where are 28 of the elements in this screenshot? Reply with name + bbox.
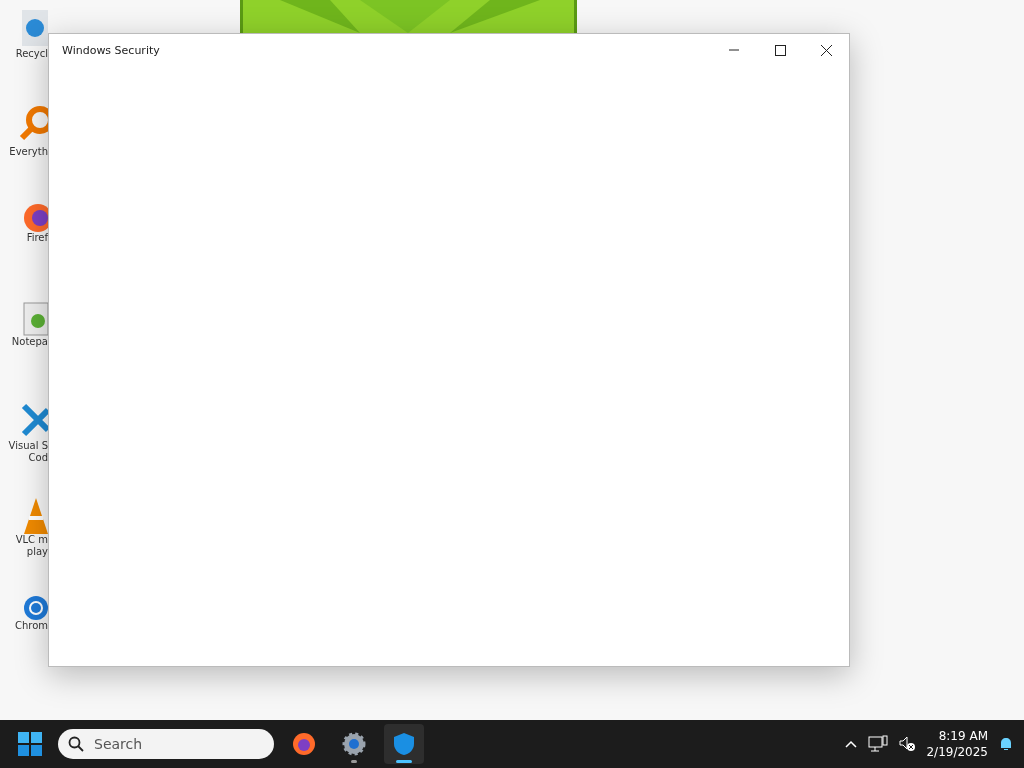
desktop-icon-label: Firef — [26, 232, 48, 244]
clock-date: 2/19/2025 — [926, 744, 988, 760]
minimize-icon — [729, 49, 739, 51]
close-icon — [820, 44, 832, 56]
start-button[interactable] — [18, 732, 42, 756]
network-icon[interactable] — [868, 735, 889, 753]
window-title: Windows Security — [62, 43, 161, 57]
desktop-icon-label: Cod — [28, 452, 48, 464]
shield-icon — [392, 732, 416, 756]
desktop-icon-label: Everyth — [9, 146, 48, 158]
desktop-icon-label: Notepa — [11, 336, 48, 348]
maximize-icon — [774, 44, 786, 56]
notepad-icon — [23, 302, 48, 336]
desktop-icon-label: Chrom — [14, 620, 48, 632]
bell-icon[interactable] — [998, 736, 1014, 752]
muted-speaker-icon[interactable] — [898, 735, 917, 753]
taskbar-app-button[interactable] — [384, 724, 424, 764]
desktop-icon-label: Visual S — [8, 440, 48, 452]
search-input[interactable]: Search — [92, 735, 246, 753]
search-field[interactable]: Search — [58, 729, 274, 759]
gear-icon — [342, 732, 366, 756]
desktop-icon-label: VLC m — [15, 534, 48, 546]
search-icon — [68, 736, 84, 752]
clock-time: 8:19 AM — [938, 728, 988, 744]
firefox-icon — [292, 732, 316, 756]
chevron-up-icon[interactable] — [844, 739, 859, 749]
desktop-icon-label: play — [26, 546, 48, 558]
desktop-icon-label: Recycl — [15, 48, 48, 60]
